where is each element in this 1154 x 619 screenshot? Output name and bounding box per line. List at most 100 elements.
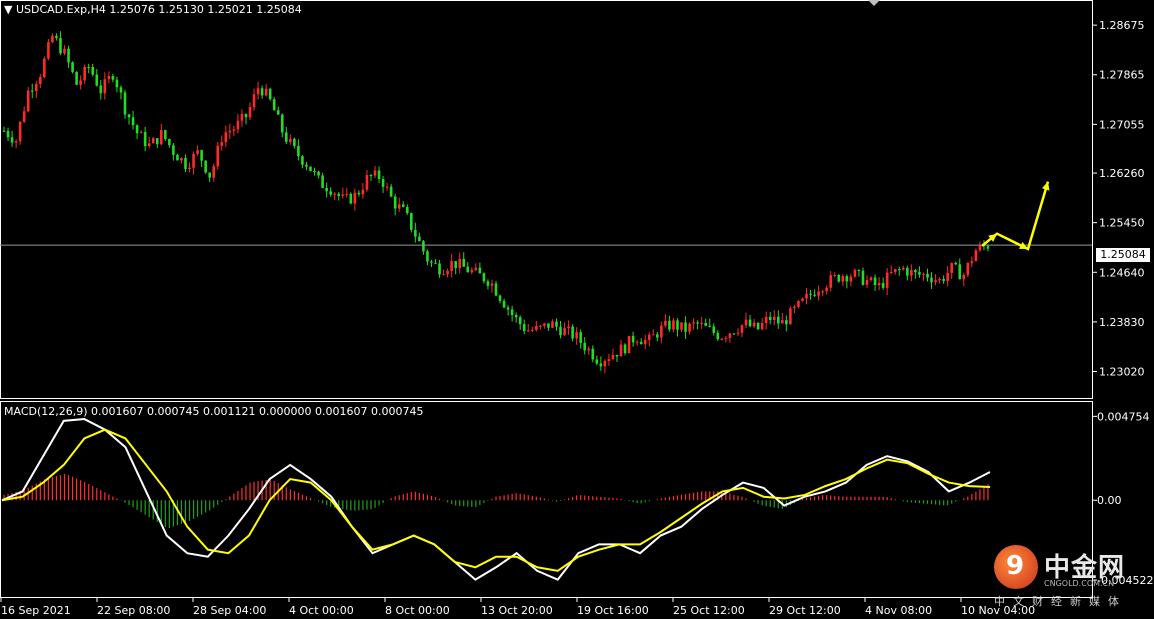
candle-bull bbox=[692, 322, 695, 324]
candle-bull bbox=[470, 269, 474, 273]
candle-bear bbox=[155, 138, 159, 145]
candle-bull bbox=[781, 320, 784, 324]
candle-bear bbox=[809, 293, 812, 295]
candle-bear bbox=[776, 316, 780, 324]
candle-bull bbox=[801, 298, 804, 301]
price-tick-label: 1.23830 bbox=[1099, 316, 1145, 329]
candle-bull bbox=[151, 138, 155, 144]
candle-bear bbox=[897, 269, 901, 271]
candle-bear bbox=[393, 196, 397, 209]
candle-bull bbox=[946, 272, 949, 281]
candle-bull bbox=[660, 325, 663, 338]
candle-bull bbox=[188, 167, 191, 169]
candle-bear bbox=[502, 300, 506, 308]
candle-bear bbox=[656, 334, 659, 338]
candle-bear bbox=[914, 270, 917, 273]
candle-bull bbox=[63, 48, 66, 54]
candle-bull bbox=[651, 334, 655, 336]
candle-bull bbox=[530, 329, 534, 331]
chart-canvas[interactable]: 1.28675 1.27865 1.27055 1.26260 1.25450 1.246… bbox=[0, 0, 1154, 619]
candle-bear bbox=[906, 267, 909, 276]
candle-bull bbox=[793, 306, 796, 309]
candle-bull bbox=[333, 193, 336, 195]
candle-bull bbox=[34, 84, 38, 92]
macd-header: MACD(12,26,9) 0.001607 0.000745 0.001121… bbox=[4, 405, 424, 418]
chevron-down-icon[interactable]: ▼ bbox=[4, 3, 12, 16]
candle-bull bbox=[752, 322, 756, 327]
candle-bull bbox=[647, 334, 651, 340]
candle-bull bbox=[39, 77, 42, 85]
candle-bear bbox=[518, 317, 522, 325]
candle-bear bbox=[71, 62, 74, 72]
candle-bear bbox=[482, 273, 486, 282]
candle-bull bbox=[627, 335, 631, 354]
candle-bear bbox=[305, 164, 308, 167]
candle-bull bbox=[603, 361, 607, 367]
candle-bull bbox=[821, 291, 824, 293]
candle-bull bbox=[450, 261, 453, 271]
candle-bear bbox=[768, 316, 772, 321]
candle-bear bbox=[631, 335, 635, 343]
candle-bear bbox=[857, 269, 861, 271]
candle-bear bbox=[164, 130, 167, 140]
candle-bull bbox=[220, 142, 224, 146]
candle-bear bbox=[942, 278, 945, 281]
candle-bear bbox=[268, 88, 272, 100]
price-tick-label: 1.26260 bbox=[1099, 167, 1145, 180]
candle-bull bbox=[51, 35, 54, 43]
candle-bear bbox=[462, 258, 466, 267]
candle-bear bbox=[716, 332, 720, 340]
candle-bull bbox=[978, 244, 982, 251]
time-tick-label: 29 Oct 12:00 bbox=[769, 604, 841, 617]
candle-bear bbox=[337, 193, 341, 196]
candle-bull bbox=[825, 287, 828, 292]
candle-bull bbox=[772, 316, 776, 321]
candle-bull bbox=[974, 250, 978, 262]
candle-bull bbox=[240, 113, 244, 121]
candle-bear bbox=[119, 87, 123, 93]
candle-bear bbox=[87, 66, 91, 68]
candle-bull bbox=[196, 150, 199, 154]
candle-bull bbox=[797, 300, 800, 307]
candle-bull bbox=[216, 145, 220, 167]
candle-bear bbox=[357, 192, 361, 195]
symbol-header: ▼ USDCAD.Exp,H4 1.25076 1.25130 1.25021 … bbox=[4, 3, 302, 16]
candle-bear bbox=[506, 307, 510, 310]
candle-bull bbox=[18, 121, 22, 142]
candle-bull bbox=[159, 130, 163, 145]
candle-bull bbox=[893, 269, 897, 273]
candle-bull bbox=[889, 272, 893, 274]
candle-bull bbox=[397, 204, 401, 209]
candle-bull bbox=[575, 332, 578, 339]
candle-bull bbox=[962, 274, 966, 280]
candle-bear bbox=[244, 113, 248, 118]
candle-bear bbox=[696, 322, 699, 324]
candle-bull bbox=[79, 80, 82, 85]
candle-bear bbox=[59, 37, 62, 54]
candle-bear bbox=[579, 332, 582, 343]
candle-bear bbox=[595, 359, 599, 364]
candle-bull bbox=[446, 270, 449, 275]
candle-bear bbox=[317, 171, 320, 176]
candle-bull bbox=[805, 293, 808, 299]
candle-bull bbox=[789, 308, 792, 325]
candle-bull bbox=[365, 175, 369, 190]
candle-bull bbox=[833, 274, 837, 276]
candle-bull bbox=[442, 274, 445, 276]
candle-bear bbox=[623, 344, 627, 354]
candle-bear bbox=[127, 114, 131, 118]
candle-bear bbox=[285, 132, 288, 142]
candle-bull bbox=[567, 326, 570, 329]
candle-bull bbox=[587, 348, 591, 351]
candle-bear bbox=[434, 262, 437, 264]
candle-bear bbox=[168, 139, 171, 146]
candle-bear bbox=[301, 156, 304, 165]
candle-bear bbox=[6, 130, 10, 138]
candle-bear bbox=[926, 273, 929, 278]
candle-bull bbox=[474, 267, 478, 270]
candle-bear bbox=[369, 175, 373, 177]
candle-bear bbox=[208, 172, 211, 178]
candle-bear bbox=[498, 295, 502, 301]
candle-bear bbox=[438, 263, 441, 275]
candle-bull bbox=[543, 323, 546, 326]
